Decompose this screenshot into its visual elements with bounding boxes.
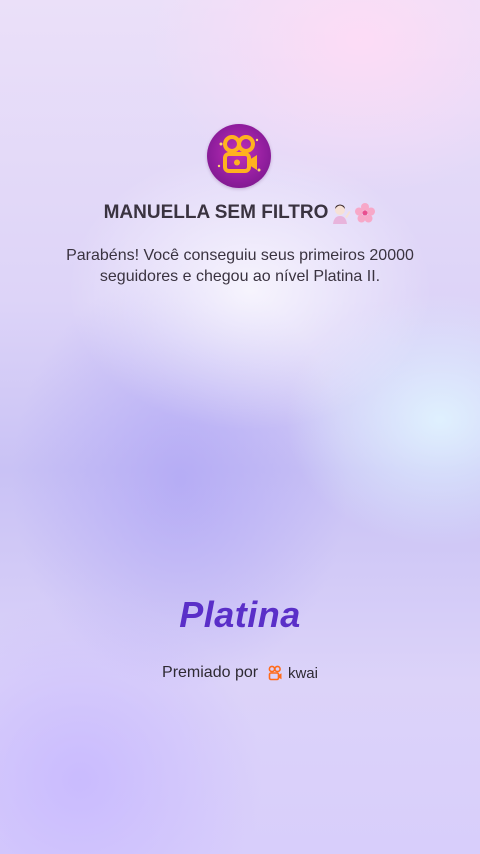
profile-name-row: MANUELLA SEM FILTRO <box>0 200 480 226</box>
kwai-small-icon <box>268 665 282 681</box>
level-badge-title: Platina <box>179 594 301 635</box>
congratulations-message: Parabéns! Você conseguiu seus primeiros … <box>66 247 414 285</box>
woman-raising-hand-emoji <box>333 204 351 224</box>
kwai-logo-icon <box>207 124 271 188</box>
awarded-by-label: Premiado por <box>162 664 259 681</box>
awarded-by-row: Premiado por kwai <box>0 664 480 682</box>
profile-name: MANUELLA SEM FILTRO <box>103 202 329 223</box>
kwai-brand-text: kwai <box>287 664 318 682</box>
cherry-blossom-emoji <box>355 203 376 223</box>
